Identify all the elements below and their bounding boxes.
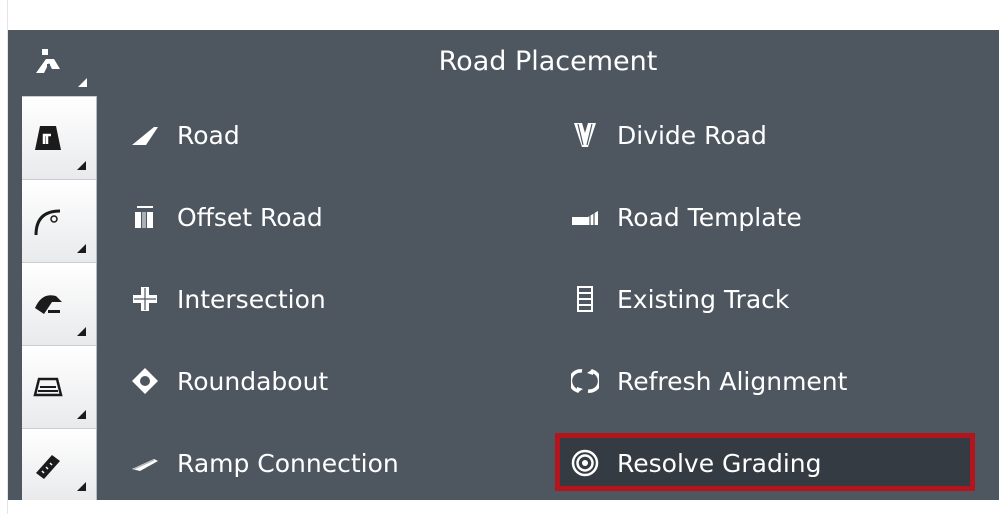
intersection-label: Intersection — [177, 284, 326, 314]
expand-corner-icon — [78, 78, 87, 87]
roundabout-label: Roundabout — [177, 366, 329, 396]
rail-button-road-sign[interactable] — [22, 96, 97, 179]
offset-road-button[interactable]: Offset Road — [125, 196, 323, 238]
expand-corner-icon — [77, 482, 86, 491]
rail-button-road-tools[interactable] — [22, 30, 97, 96]
terrain-icon — [35, 295, 62, 314]
rail-button-terrain[interactable] — [22, 262, 97, 345]
rail-button-measure[interactable] — [22, 428, 97, 500]
ramp-connection-button[interactable]: Ramp Connection — [125, 442, 399, 484]
road-icon — [132, 127, 158, 145]
target-icon — [571, 449, 599, 477]
offset-road-icon — [135, 206, 153, 228]
road-label: Road — [177, 120, 240, 150]
road-tools-icon — [36, 49, 60, 73]
window-left-edge — [0, 0, 8, 514]
expand-corner-icon — [77, 244, 86, 253]
road-placement-panel — [8, 30, 999, 500]
existing-track-button[interactable]: Existing Track — [565, 278, 789, 320]
road-template-icon — [572, 211, 598, 225]
roundabout-icon — [132, 368, 158, 394]
road-sign-icon — [35, 126, 61, 150]
existing-track-icon — [577, 286, 593, 312]
road-template-button[interactable]: Road Template — [565, 196, 802, 238]
ramp-icon — [132, 459, 158, 471]
resolve-grading-label: Resolve Grading — [617, 448, 822, 478]
window-top-edge — [0, 0, 999, 8]
resolve-grading-button[interactable]: Resolve Grading — [565, 442, 822, 484]
surface-icon — [33, 377, 63, 397]
roundabout-button[interactable]: Roundabout — [125, 360, 328, 402]
refresh-alignment-label: Refresh Alignment — [617, 366, 848, 396]
measure-icon — [36, 454, 60, 479]
road-template-label: Road Template — [617, 202, 802, 232]
intersection-icon — [133, 287, 157, 311]
expand-corner-icon — [77, 327, 86, 336]
ramp-connection-label: Ramp Connection — [177, 448, 399, 478]
existing-track-label: Existing Track — [617, 284, 790, 314]
intersection-button[interactable]: Intersection — [125, 278, 326, 320]
divide-road-button[interactable]: Divide Road — [565, 114, 767, 156]
divide-road-label: Divide Road — [617, 120, 767, 150]
expand-corner-icon — [77, 410, 86, 419]
tool-category-rail — [22, 30, 97, 500]
road-button[interactable]: Road — [125, 114, 240, 156]
expand-corner-icon — [77, 161, 86, 170]
refresh-icon — [571, 369, 599, 393]
panel-title: Road Placement — [438, 46, 658, 77]
rail-button-surface[interactable] — [22, 345, 97, 428]
refresh-alignment-button[interactable]: Refresh Alignment — [565, 360, 847, 402]
curve-icon — [34, 209, 61, 236]
offset-road-label: Offset Road — [177, 202, 323, 232]
rail-button-curve[interactable] — [22, 179, 97, 262]
divide-road-icon — [574, 123, 596, 147]
